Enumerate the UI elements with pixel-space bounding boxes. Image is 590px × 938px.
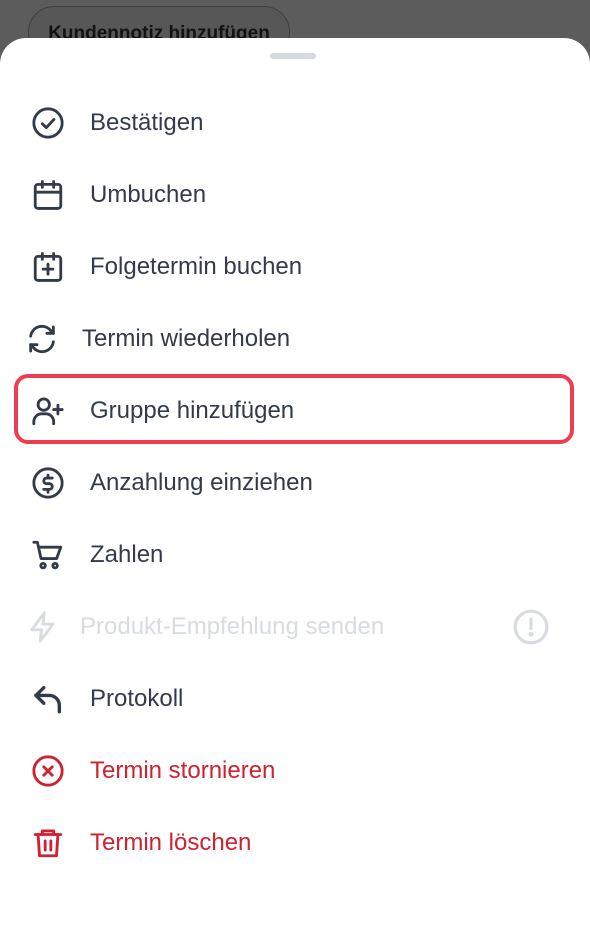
menu-item-log[interactable]: Protokoll: [0, 663, 590, 735]
menu-item-rebook[interactable]: Umbuchen: [0, 159, 590, 231]
check-circle-icon: [30, 105, 66, 141]
menu-item-collect-deposit[interactable]: Anzahlung einziehen: [0, 447, 590, 519]
menu-item-pay[interactable]: Zahlen: [0, 519, 590, 591]
menu-item-delete-appointment[interactable]: Termin löschen: [0, 807, 590, 879]
menu-item-label: Bestätigen: [90, 109, 204, 136]
menu-item-add-group[interactable]: Gruppe hinzufügen: [0, 375, 590, 447]
menu-item-label: Gruppe hinzufügen: [90, 397, 295, 424]
calendar-icon: [30, 177, 66, 213]
action-sheet: Bestätigen Umbuchen Folgetermin buchen T…: [0, 38, 590, 938]
x-circle-icon: [30, 753, 66, 789]
menu-item-label: Termin stornieren: [90, 757, 276, 784]
menu-item-send-product-recommendation: Produkt-Empfehlung senden: [0, 591, 590, 663]
menu-item-label: Produkt-Empfehlung senden: [80, 613, 385, 640]
lightning-icon: [25, 609, 61, 645]
menu-item-label: Zahlen: [90, 541, 164, 568]
refresh-icon: [24, 321, 60, 357]
menu-item-label: Termin wiederholen: [82, 325, 291, 352]
dollar-circle-icon: [30, 465, 66, 501]
cart-icon: [30, 537, 66, 573]
menu-item-repeat[interactable]: Termin wiederholen: [0, 303, 590, 375]
calendar-plus-icon: [30, 249, 66, 285]
menu-item-label: Termin löschen: [90, 829, 252, 856]
menu-item-cancel-appointment[interactable]: Termin stornieren: [0, 735, 590, 807]
undo-arrow-icon: [30, 681, 66, 717]
drag-handle[interactable]: [270, 53, 316, 59]
menu-item-label: Protokoll: [90, 685, 184, 712]
menu-item-confirm[interactable]: Bestätigen: [0, 87, 590, 159]
trash-icon: [30, 825, 66, 861]
menu-item-book-followup[interactable]: Folgetermin buchen: [0, 231, 590, 303]
menu-item-label: Folgetermin buchen: [90, 253, 303, 280]
info-circle-icon[interactable]: [512, 608, 550, 646]
menu-item-label: Umbuchen: [90, 181, 207, 208]
menu-item-label: Anzahlung einziehen: [90, 469, 313, 496]
user-plus-icon: [30, 393, 66, 429]
